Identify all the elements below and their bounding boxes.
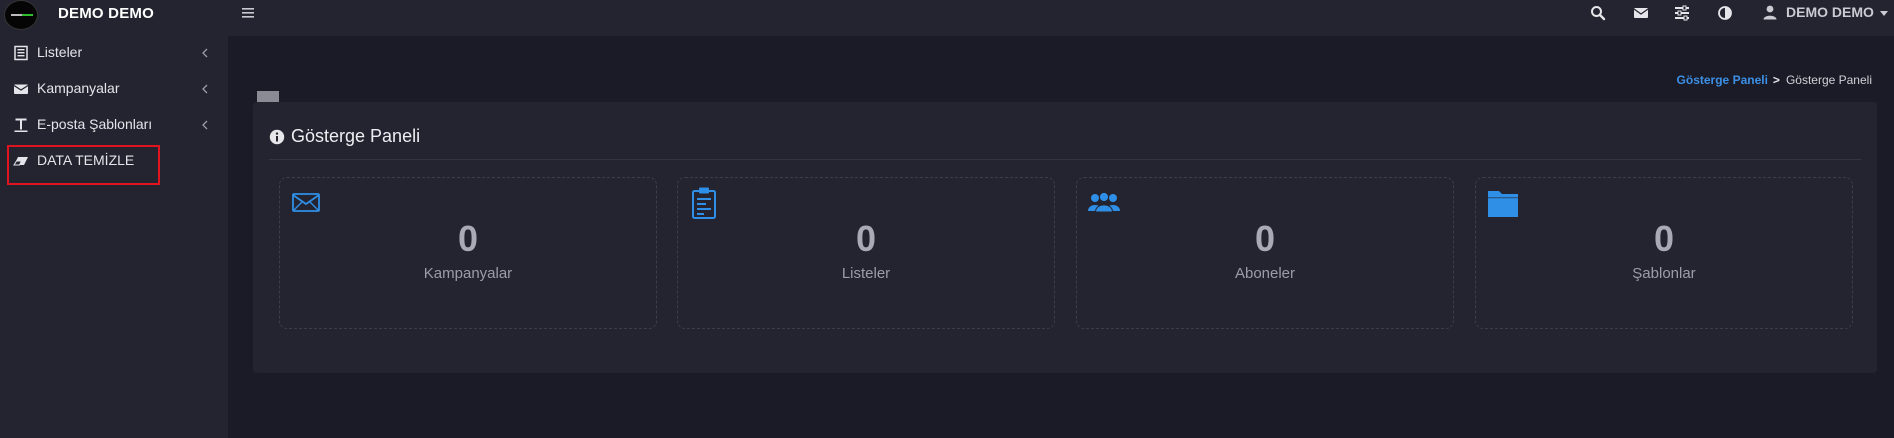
folder-icon [1488,191,1518,217]
user-name: DEMO DEMO [1786,4,1874,20]
sidebar-item-listeler[interactable]: Listeler [0,36,228,70]
list-icon [14,45,28,61]
stat-label: Aboneler [1234,265,1296,282]
sidebar-item-label: Kampanyalar [37,80,120,96]
stat-label: Kampanyalar [423,265,513,282]
stat-label: Listeler [841,265,891,282]
contrast-icon[interactable] [1716,4,1734,22]
user-icon [1763,5,1777,20]
envelope-icon [13,84,29,94]
mail-icon [292,193,320,212]
sidebar: Listeler Kampanyalar E-posta Şablonları [0,36,228,438]
chevron-left-icon [202,120,208,130]
top-navbar: DEMO DEMO DEMO DEMO [0,0,1894,36]
highlight-box [7,145,160,185]
chevron-left-icon [202,48,208,58]
sidebar-item-e-posta-sablonlari[interactable]: E-posta Şablonları [0,108,228,142]
stat-value: 0 [855,218,877,259]
stat-value: 0 [457,218,479,259]
sidebar-item-label: Listeler [37,44,83,60]
users-icon [1088,191,1120,213]
chevron-down-icon [1879,10,1888,16]
stat-card-kampanyalar[interactable]: 0 Kampanyalar [279,177,657,329]
settings-sliders-icon[interactable] [1673,4,1691,22]
stat-value: 0 [1254,218,1276,259]
breadcrumb-separator: > [1772,73,1780,87]
chevron-left-icon [202,84,208,94]
panel-header: Gösterge Paneli [269,126,420,147]
breadcrumb-current: Gösterge Paneli [1785,73,1872,87]
logo[interactable] [4,0,38,30]
stat-label: Şablonlar [1632,265,1696,282]
info-icon [269,129,285,144]
page-title: Gösterge Paneli [291,126,421,146]
user-menu[interactable]: DEMO DEMO [1762,3,1888,21]
stat-value: 0 [1653,218,1675,259]
dashboard-panel: Gösterge Paneli 0 Kampanyalar 0 Listeler [253,102,1877,373]
clipboard-icon [692,187,716,219]
divider [269,159,1861,160]
stat-card-listeler[interactable]: 0 Listeler [677,177,1055,329]
stat-card-aboneler[interactable]: 0 Aboneler [1076,177,1454,329]
envelope-icon[interactable] [1632,4,1650,22]
breadcrumb: Gösterge Paneli > Gösterge Paneli [1677,73,1872,87]
breadcrumb-link[interactable]: Gösterge Paneli [1677,73,1768,87]
app-title: DEMO DEMO [58,5,154,22]
menu-icon[interactable] [240,4,258,22]
sidebar-item-kampanyalar[interactable]: Kampanyalar [0,72,228,106]
stat-card-sablonlar[interactable]: 0 Şablonlar [1475,177,1853,329]
sidebar-item-label: E-posta Şablonları [37,116,153,132]
text-icon [14,118,28,132]
search-icon[interactable] [1589,4,1607,22]
